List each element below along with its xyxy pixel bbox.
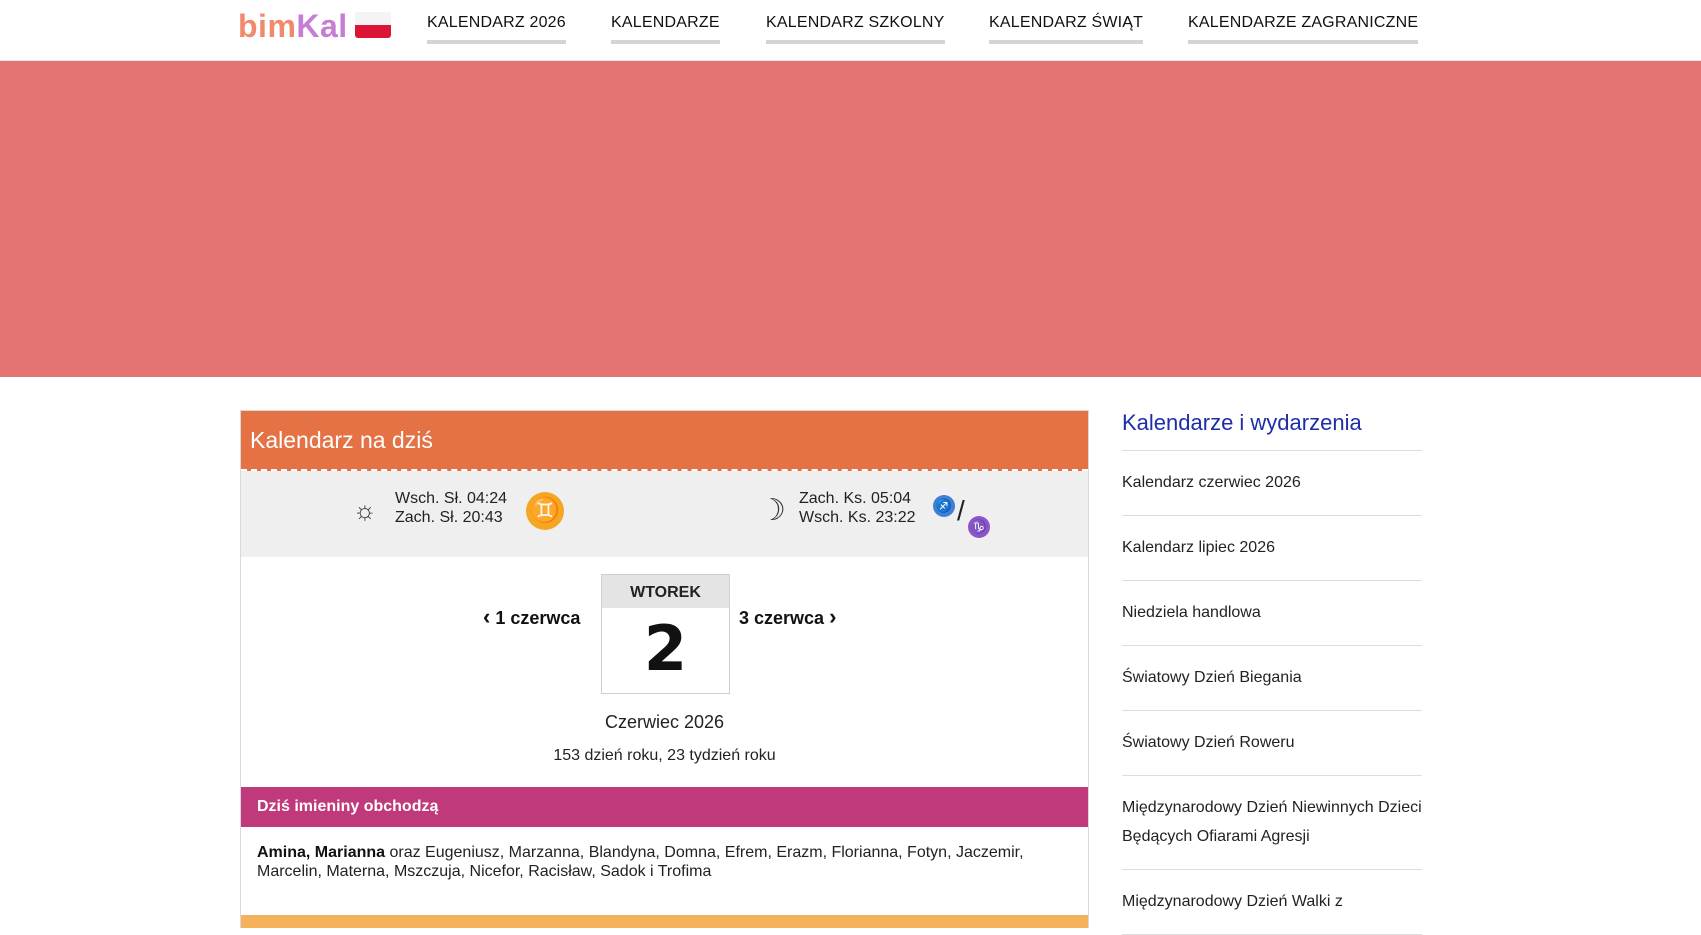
sidebar-item-dzien-roweru[interactable]: Światowy Dzień Roweru xyxy=(1122,711,1422,776)
nav-kalendarz-swiat[interactable]: KALENDARZ ŚWIĄT xyxy=(989,14,1144,44)
sidebar-item-czerwiec-2026[interactable]: Kalendarz czerwiec 2026 xyxy=(1122,451,1422,516)
nav-kalendarz-2026[interactable]: KALENDARZ 2026 xyxy=(427,14,566,44)
moonrise-time: Wsch. Ks. 23:22 xyxy=(799,509,916,526)
logo-text-bim: bim xyxy=(238,8,297,44)
zodiac-separator: / xyxy=(957,495,965,526)
year-info: 153 dzień roku, 23 tydzień roku xyxy=(553,747,776,764)
sidebar-item-lipiec-2026[interactable]: Kalendarz lipiec 2026 xyxy=(1122,516,1422,581)
chevron-left-icon: ‹ xyxy=(483,604,491,629)
sidebar-title: Kalendarze i wydarzenia xyxy=(1122,410,1422,451)
sun-times: Wsch. Sł. 04:24 Zach. Sł. 20:43 xyxy=(395,489,507,527)
sidebar-events: Kalendarze i wydarzenia Kalendarz czerwi… xyxy=(1122,410,1422,935)
moonset-time: Zach. Ks. 05:04 xyxy=(799,490,912,507)
gemini-icon: ♊ xyxy=(526,492,564,530)
today-calendar-card: Kalendarz na dziś ☼ Wsch. Sł. 04:24 Zach… xyxy=(240,410,1089,928)
poland-flag-icon xyxy=(355,12,391,38)
namedays-list: Amina, Marianna oraz Eugeniusz, Marzanna… xyxy=(241,827,1088,915)
sunset-time: Zach. Sł. 20:43 xyxy=(395,509,503,526)
next-section-strip xyxy=(241,915,1088,928)
logo-text-kal: Kal xyxy=(296,8,348,44)
top-navigation-bar: bimKal KALENDARZ 2026 KALENDARZE KALENDA… xyxy=(0,0,1701,61)
namedays-heading: Dziś imieniny obchodzą xyxy=(241,787,1088,827)
card-title: Kalendarz na dziś xyxy=(241,411,1088,471)
capricorn-icon: ♑ xyxy=(968,516,990,538)
sun-icon: ☼ xyxy=(353,495,377,525)
ad-banner[interactable] xyxy=(0,61,1701,377)
previous-day-link[interactable]: ‹ 1 czerwca xyxy=(483,604,580,630)
sidebar-item-dzien-biegania[interactable]: Światowy Dzień Biegania xyxy=(1122,646,1422,711)
sagittarius-icon: ♐ xyxy=(933,495,955,517)
astro-info: ☼ Wsch. Sł. 04:24 Zach. Sł. 20:43 ♊ ☽ Za… xyxy=(241,471,1088,557)
namedays-main: Amina, Marianna xyxy=(257,844,386,861)
chevron-right-icon: › xyxy=(829,604,837,629)
day-card: WTOREK 2 xyxy=(601,574,730,694)
nav-kalendarz-szkolny[interactable]: KALENDARZ SZKOLNY xyxy=(766,14,945,44)
site-logo[interactable]: bimKal xyxy=(238,8,348,45)
previous-day-label: 1 czerwca xyxy=(495,608,581,628)
sunrise-time: Wsch. Sł. 04:24 xyxy=(395,490,508,507)
nav-kalendarze-zagraniczne[interactable]: KALENDARZE ZAGRANICZNE xyxy=(1188,14,1419,44)
sidebar-item-dzien-niewinnych-dzieci[interactable]: Międzynarodowy Dzień Niewinnych Dzieci B… xyxy=(1122,776,1422,870)
day-display: ‹ 1 czerwca WTOREK 2 3 czerwca › Czerwie… xyxy=(241,557,1088,787)
weekday-label: WTOREK xyxy=(602,575,729,608)
sidebar-item-dzien-walki[interactable]: Międzynarodowy Dzień Walki z xyxy=(1122,870,1422,935)
month-year: Czerwiec 2026 xyxy=(604,712,725,732)
next-day-label: 3 czerwca xyxy=(739,608,825,628)
moon-icon: ☽ xyxy=(759,494,786,527)
next-day-link[interactable]: 3 czerwca › xyxy=(739,604,836,630)
day-number: 2 xyxy=(643,612,688,685)
moon-times: Zach. Ks. 05:04 Wsch. Ks. 23:22 xyxy=(799,489,916,527)
sidebar-item-niedziela-handlowa[interactable]: Niedziela handlowa xyxy=(1122,581,1422,646)
nav-kalendarze[interactable]: KALENDARZE xyxy=(611,14,720,44)
